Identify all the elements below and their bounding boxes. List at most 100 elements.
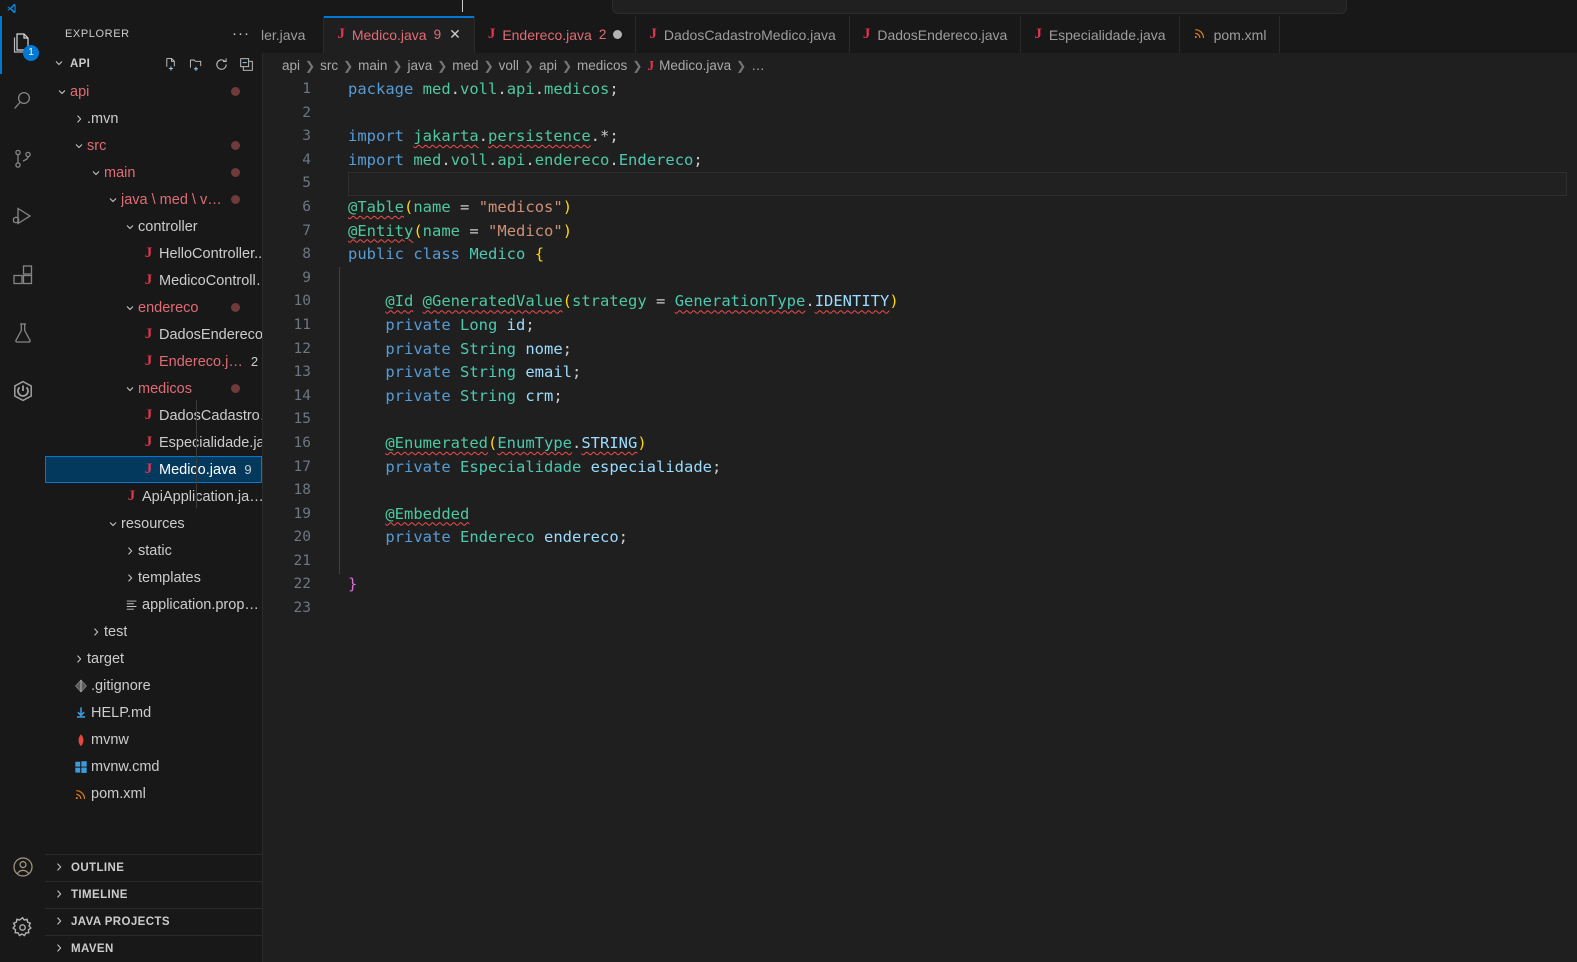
- activity-bar-item-accounts[interactable]: [0, 840, 45, 898]
- chevron-right-icon[interactable]: [121, 545, 138, 557]
- code-editor[interactable]: 1 package med.voll.api.medicos; 2 3 import j…: [263, 78, 1577, 962]
- code-line[interactable]: 5: [263, 172, 1577, 196]
- editor-tab-bar[interactable]: ler.java J Medico.java 9 ✕ J Endereco.java 2 J Da…: [261, 16, 1577, 53]
- editor-tab[interactable]: J Endereco.java 2: [474, 16, 637, 53]
- tree-folder-row[interactable]: main: [45, 159, 262, 186]
- code-line[interactable]: 19 @Embedded: [263, 503, 1577, 527]
- tree-folder-row[interactable]: test: [45, 618, 262, 645]
- tree-folder-row[interactable]: endereco: [45, 294, 262, 321]
- tree-file-row[interactable]: J ApiApplication.ja…: [45, 483, 262, 510]
- code-line[interactable]: 15: [263, 408, 1577, 432]
- code-line[interactable]: 14 private String crm;: [263, 385, 1577, 409]
- chevron-down-icon[interactable]: [104, 194, 121, 206]
- activity-bar-item-settings[interactable]: [0, 898, 45, 962]
- activity-bar-item-extensions[interactable]: [0, 248, 45, 306]
- tree-folder-row[interactable]: medicos: [45, 375, 262, 402]
- sidebar-panel-java-projects[interactable]: JAVA PROJECTS: [45, 908, 262, 935]
- chevron-right-icon[interactable]: [87, 626, 104, 638]
- chevron-down-icon[interactable]: [121, 302, 138, 314]
- breadcrumb-file[interactable]: Medico.java: [659, 58, 731, 73]
- new-folder-icon[interactable]: [186, 54, 206, 74]
- code-line[interactable]: 8 public class Medico {: [263, 243, 1577, 267]
- activity-bar-item-search[interactable]: [0, 74, 45, 132]
- tree-file-row[interactable]: J MedicoControll…: [45, 267, 262, 294]
- tree-folder-row[interactable]: java \ med \ v…: [45, 186, 262, 213]
- tree-file-row[interactable]: J HelloController....: [45, 240, 262, 267]
- tree-file-row[interactable]: J DadosEndereco…: [45, 321, 262, 348]
- activity-bar-item-source-control[interactable]: [0, 132, 45, 190]
- tree-folder-row[interactable]: api: [45, 78, 262, 105]
- tree-file-row[interactable]: pom.xml: [45, 780, 262, 807]
- code-line[interactable]: 1 package med.voll.api.medicos;: [263, 78, 1577, 102]
- code-line[interactable]: 4 import med.voll.api.endereco.Endereco;: [263, 149, 1577, 173]
- tree-folder-row[interactable]: .mvn: [45, 105, 262, 132]
- tree-folder-row[interactable]: resources: [45, 510, 262, 537]
- chevron-down-icon[interactable]: [53, 86, 70, 98]
- explorer-more-actions-button[interactable]: ···: [232, 25, 250, 42]
- chevron-right-icon[interactable]: [70, 653, 87, 665]
- tree-file-row[interactable]: J DadosCadastro…: [45, 402, 262, 429]
- code-line[interactable]: 9: [263, 267, 1577, 291]
- code-line[interactable]: 23: [263, 597, 1577, 621]
- dirty-indicator-dot[interactable]: [613, 30, 623, 39]
- editor-tab[interactable]: J Medico.java 9 ✕: [324, 16, 475, 53]
- editor-tab[interactable]: pom.xml: [1179, 16, 1281, 53]
- tree-folder-row[interactable]: src: [45, 132, 262, 159]
- collapse-all-icon[interactable]: [236, 54, 256, 74]
- activity-bar-item-spring-boot-dashboard[interactable]: [0, 364, 45, 422]
- code-line[interactable]: 3 import jakarta.persistence.*;: [263, 125, 1577, 149]
- tree-file-row[interactable]: J Especialidade.ja…: [45, 429, 262, 456]
- tree-folder-row[interactable]: static: [45, 537, 262, 564]
- chevron-down-icon[interactable]: [87, 167, 104, 179]
- breadcrumb-segment[interactable]: main: [358, 58, 387, 73]
- breadcrumb-overflow[interactable]: …: [751, 58, 765, 73]
- breadcrumb-segment[interactable]: src: [320, 58, 338, 73]
- close-icon[interactable]: ✕: [449, 26, 461, 43]
- new-file-icon[interactable]: [161, 54, 181, 74]
- sidebar-panel-timeline[interactable]: TIMELINE: [45, 881, 262, 908]
- code-line[interactable]: 18: [263, 479, 1577, 503]
- tree-file-row[interactable]: J Endereco.j… 2: [45, 348, 262, 375]
- code-line[interactable]: 17 private Especialidade especialidade;: [263, 456, 1577, 480]
- sidebar-panel-maven[interactable]: MAVEN: [45, 935, 262, 962]
- file-tree[interactable]: api .mvn src main java \ med \ v… controller J…: [45, 77, 262, 854]
- chevron-down-icon[interactable]: [104, 518, 121, 530]
- code-line[interactable]: 6 @Table(name = "medicos"): [263, 196, 1577, 220]
- breadcrumb[interactable]: api ❯ src ❯ main ❯ java ❯ med ❯ voll ❯ api ❯ medicos ❯ J…: [263, 53, 1577, 78]
- code-line[interactable]: 13 private String email;: [263, 361, 1577, 385]
- tree-file-row[interactable]: J Medico.java 9: [45, 456, 262, 483]
- editor-tab[interactable]: J DadosEndereco.java: [849, 16, 1022, 53]
- breadcrumb-segment[interactable]: voll: [499, 58, 519, 73]
- chevron-down-icon[interactable]: [121, 383, 138, 395]
- code-line[interactable]: 10 @Id @GeneratedValue(strategy = Genera…: [263, 290, 1577, 314]
- tree-file-row[interactable]: mvnw.cmd: [45, 753, 262, 780]
- tree-file-row[interactable]: .gitignore: [45, 672, 262, 699]
- tree-folder-row[interactable]: target: [45, 645, 262, 672]
- code-line[interactable]: 2: [263, 102, 1577, 126]
- chevron-right-icon[interactable]: [70, 113, 87, 125]
- code-line[interactable]: 11 private Long id;: [263, 314, 1577, 338]
- tree-folder-row[interactable]: controller: [45, 213, 262, 240]
- editor-tab[interactable]: J DadosCadastroMedico.java: [636, 16, 850, 53]
- command-center[interactable]: [612, 0, 1347, 14]
- tree-folder-row[interactable]: templates: [45, 564, 262, 591]
- breadcrumb-segment[interactable]: api: [282, 58, 300, 73]
- code-line[interactable]: 22}: [263, 573, 1577, 597]
- code-line[interactable]: 12 private String nome;: [263, 338, 1577, 362]
- explorer-root-section-header[interactable]: API: [45, 51, 262, 77]
- breadcrumb-segment[interactable]: medicos: [577, 58, 627, 73]
- activity-bar-item-run-and-debug[interactable]: [0, 190, 45, 248]
- activity-bar-item-explorer[interactable]: 1: [0, 16, 45, 74]
- editor-tab[interactable]: J Especialidade.java: [1021, 16, 1180, 53]
- breadcrumb-segment[interactable]: api: [539, 58, 557, 73]
- chevron-right-icon[interactable]: [121, 572, 138, 584]
- code-line[interactable]: 16 @Enumerated(EnumType.STRING): [263, 432, 1577, 456]
- editor-tab[interactable]: ler.java: [261, 16, 325, 53]
- chevron-down-icon[interactable]: [70, 140, 87, 152]
- code-line[interactable]: 7 @Entity(name = "Medico"): [263, 220, 1577, 244]
- activity-bar-item-testing[interactable]: [0, 306, 45, 364]
- tree-file-row[interactable]: application.prop…: [45, 591, 262, 618]
- breadcrumb-segment[interactable]: java: [407, 58, 432, 73]
- tree-file-row[interactable]: HELP.md: [45, 699, 262, 726]
- code-lines[interactable]: 1 package med.voll.api.medicos; 2 3 import j…: [263, 78, 1577, 621]
